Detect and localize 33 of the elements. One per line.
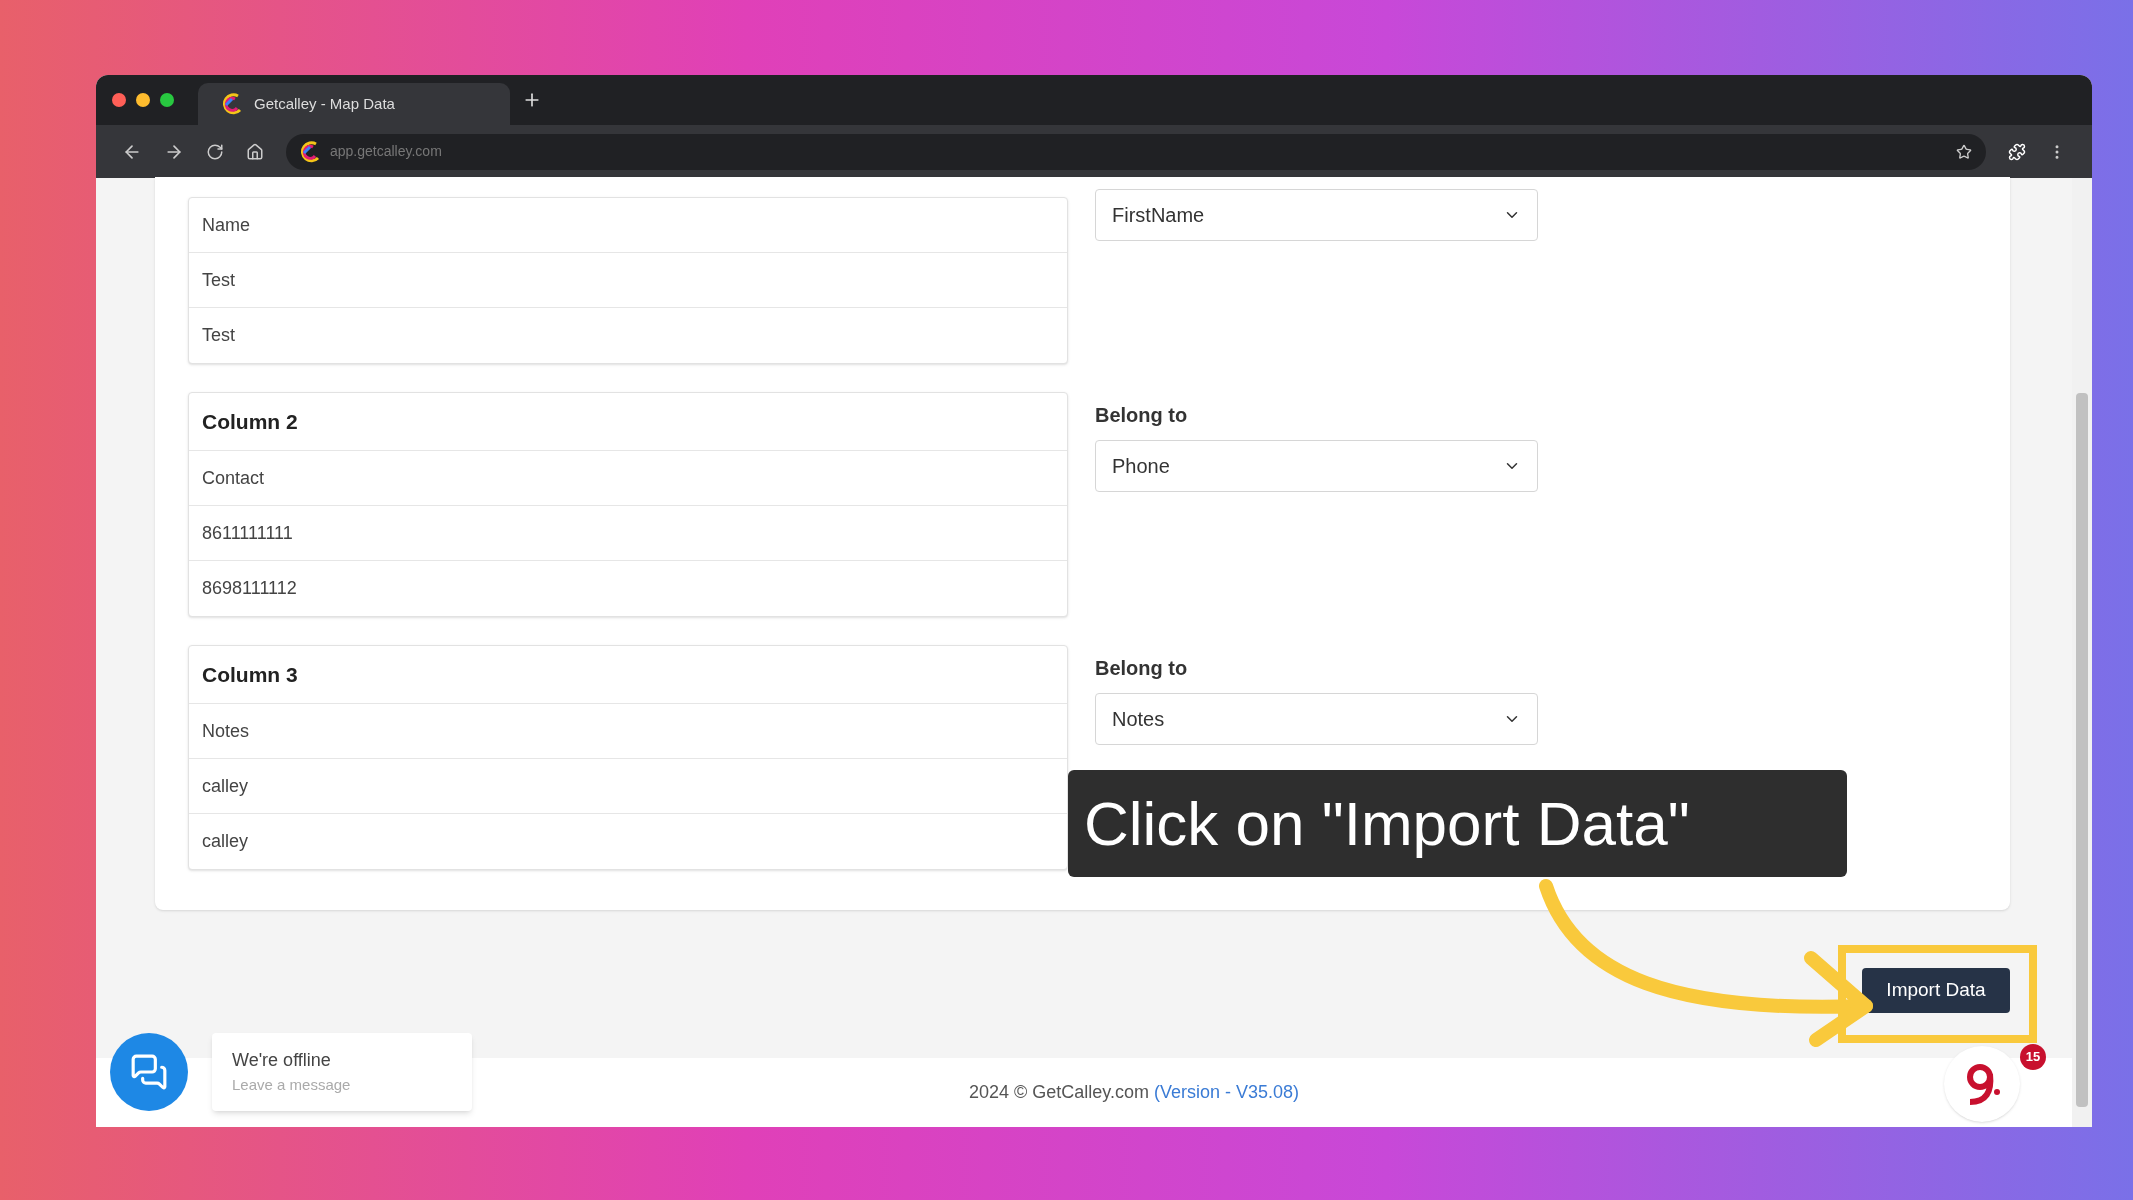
extensions-icon[interactable] — [2008, 142, 2026, 161]
site-logo-icon — [300, 140, 322, 163]
field-select[interactable]: Phone — [1095, 440, 1538, 492]
table-cell: Notes — [189, 704, 1067, 759]
import-data-button[interactable]: Import Data — [1862, 968, 2010, 1013]
site-logo-icon — [222, 93, 244, 115]
table-cell: Contact — [189, 451, 1067, 506]
table-cell-text: 8698111112 — [201, 577, 298, 600]
belong-to-label: Belong to — [1095, 656, 1189, 681]
field-select[interactable]: Notes — [1095, 693, 1538, 745]
footer-text: 2024 © GetCalley.com — [968, 1081, 1150, 1104]
chat-status-subtitle: Leave a message — [232, 1075, 352, 1096]
belong-to-label: Belong to — [1095, 403, 1189, 428]
bookmark-star-icon[interactable] — [1956, 143, 1972, 160]
chat-status-card[interactable]: We're offline Leave a message — [212, 1033, 472, 1111]
table-cell: calley — [189, 759, 1067, 814]
home-icon[interactable] — [246, 142, 264, 161]
notification-badge: 15 — [2020, 1044, 2046, 1070]
table-cell: Name — [189, 198, 1067, 253]
column-title: Column 2 — [189, 393, 1067, 451]
field-select[interactable]: FirstName — [1095, 189, 1538, 241]
table-cell-text: Test — [201, 324, 236, 347]
table-cell-text: calley — [201, 830, 250, 853]
table-cell: 8611111111 — [189, 506, 1067, 561]
chat-bubbles-icon — [130, 1053, 168, 1091]
reload-icon[interactable] — [206, 142, 224, 161]
table-cell: Test — [189, 253, 1067, 308]
tutorial-callout: Click on "Import Data" — [1068, 770, 1847, 877]
address-bar[interactable]: app.getcalley.com — [286, 133, 1986, 170]
version-link[interactable]: (Version - V35.08) — [1153, 1079, 1300, 1106]
chat-status-title: We're offline — [232, 1049, 332, 1073]
browser-tab[interactable]: Getcalley - Map Data — [198, 83, 510, 125]
column-title: Column 3 — [189, 646, 1067, 704]
